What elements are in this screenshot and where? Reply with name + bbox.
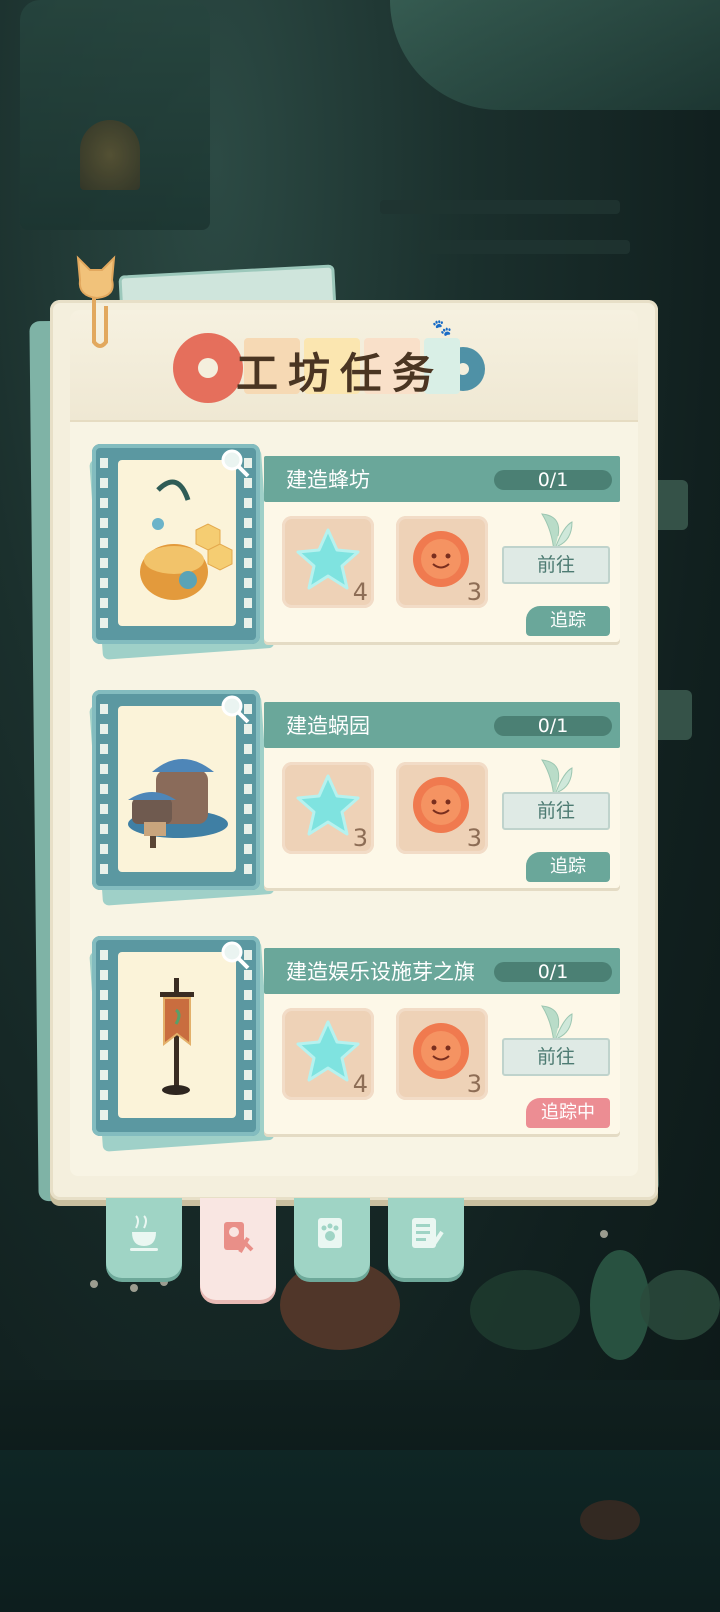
material-slot[interactable]: 3 bbox=[396, 516, 488, 608]
tab-workshop-tasks[interactable] bbox=[200, 1198, 276, 1300]
tab-teacup[interactable] bbox=[106, 1198, 182, 1278]
sun-face-icon bbox=[413, 777, 469, 833]
bg-bush bbox=[640, 1270, 720, 1340]
paw-icon: 🐾 bbox=[432, 318, 452, 337]
go-button[interactable]: 前往 bbox=[502, 546, 610, 584]
magnifier-icon[interactable] bbox=[220, 448, 250, 478]
go-button[interactable]: 前往 bbox=[502, 1038, 610, 1076]
task-progress: 0/1 bbox=[494, 716, 612, 736]
material-qty: 3 bbox=[466, 1070, 482, 1098]
tracking-button[interactable]: 追踪中 bbox=[526, 1098, 610, 1128]
workshop-task-icon bbox=[224, 1222, 254, 1253]
film-strip bbox=[244, 950, 252, 1122]
task-card: 建造蜂坊 0/1 4 3 前往 追踪 bbox=[89, 444, 632, 664]
material-slot[interactable]: 4 bbox=[282, 516, 374, 608]
paw-card-icon bbox=[318, 1218, 342, 1248]
material-slot[interactable]: 3 bbox=[396, 762, 488, 854]
film-strip bbox=[100, 458, 108, 630]
task-info: 建造娱乐设施芽之旗 0/1 4 3 前往 追踪中 bbox=[264, 948, 620, 1134]
bg-bench bbox=[420, 240, 630, 254]
bee-house-image bbox=[118, 460, 236, 626]
film-strip bbox=[100, 704, 108, 876]
material-qty: 3 bbox=[466, 578, 482, 606]
task-name: 建造蜗园 bbox=[286, 714, 370, 738]
sun-face-icon bbox=[413, 1023, 469, 1079]
bg-bench bbox=[380, 200, 620, 214]
material-qty: 3 bbox=[466, 824, 482, 852]
bg-roof bbox=[390, 0, 720, 110]
material-qty: 4 bbox=[352, 578, 368, 606]
material-qty: 4 bbox=[352, 1070, 368, 1098]
material-slot[interactable]: 3 bbox=[396, 1008, 488, 1100]
go-button[interactable]: 前往 bbox=[502, 792, 610, 830]
task-name: 建造蜂坊 bbox=[286, 468, 370, 492]
task-thumbnail[interactable] bbox=[92, 936, 260, 1136]
sprout-flag-image bbox=[118, 952, 236, 1118]
task-card: 建造娱乐设施芽之旗 0/1 4 3 前往 追踪中 bbox=[89, 936, 632, 1156]
task-name-bar: 建造蜂坊 0/1 bbox=[264, 456, 620, 502]
tab-paw-card[interactable] bbox=[294, 1198, 370, 1278]
teacup-icon bbox=[130, 1215, 158, 1251]
track-button[interactable]: 追踪 bbox=[526, 852, 610, 882]
film-strip bbox=[244, 458, 252, 630]
magnifier-icon[interactable] bbox=[220, 694, 250, 724]
red-gear-icon bbox=[180, 340, 236, 396]
bg-house bbox=[20, 0, 210, 230]
task-info: 建造蜂坊 0/1 4 3 前往 追踪 bbox=[264, 456, 620, 642]
task-name: 建造娱乐设施芽之旗 bbox=[286, 960, 475, 984]
task-card: 建造蜗园 0/1 3 3 前往 追踪 bbox=[89, 690, 632, 910]
task-name-bar: 建造娱乐设施芽之旗 0/1 bbox=[264, 948, 620, 994]
task-info: 建造蜗园 0/1 3 3 前往 追踪 bbox=[264, 702, 620, 888]
task-progress: 0/1 bbox=[494, 470, 612, 490]
tab-notes[interactable] bbox=[388, 1198, 464, 1278]
bg-flower bbox=[160, 1278, 168, 1286]
magnifier-icon[interactable] bbox=[220, 940, 250, 970]
panel-title-text: 工坊任务 bbox=[236, 349, 445, 398]
bg-signpost bbox=[652, 690, 692, 740]
bg-flower bbox=[600, 1230, 608, 1238]
notes-icon bbox=[412, 1218, 444, 1248]
film-strip bbox=[100, 950, 108, 1122]
task-name-bar: 建造蜗园 0/1 bbox=[264, 702, 620, 748]
snail-garden-image bbox=[118, 706, 236, 872]
material-slot[interactable]: 3 bbox=[282, 762, 374, 854]
bg-rock bbox=[580, 1500, 640, 1540]
cat-paperclip-icon bbox=[76, 255, 116, 348]
panel-title: 工坊任务 🐾 bbox=[180, 318, 510, 418]
material-qty: 3 bbox=[352, 824, 368, 852]
bg-flower bbox=[130, 1284, 138, 1292]
task-thumbnail[interactable] bbox=[92, 690, 260, 890]
bg-flower bbox=[90, 1280, 98, 1288]
bg-bush bbox=[470, 1270, 580, 1350]
sun-face-icon bbox=[413, 531, 469, 587]
film-strip bbox=[244, 704, 252, 876]
task-thumbnail[interactable] bbox=[92, 444, 260, 644]
bg-window bbox=[80, 120, 140, 190]
material-slot[interactable]: 4 bbox=[282, 1008, 374, 1100]
task-progress: 0/1 bbox=[494, 962, 612, 982]
track-button[interactable]: 追踪 bbox=[526, 606, 610, 636]
